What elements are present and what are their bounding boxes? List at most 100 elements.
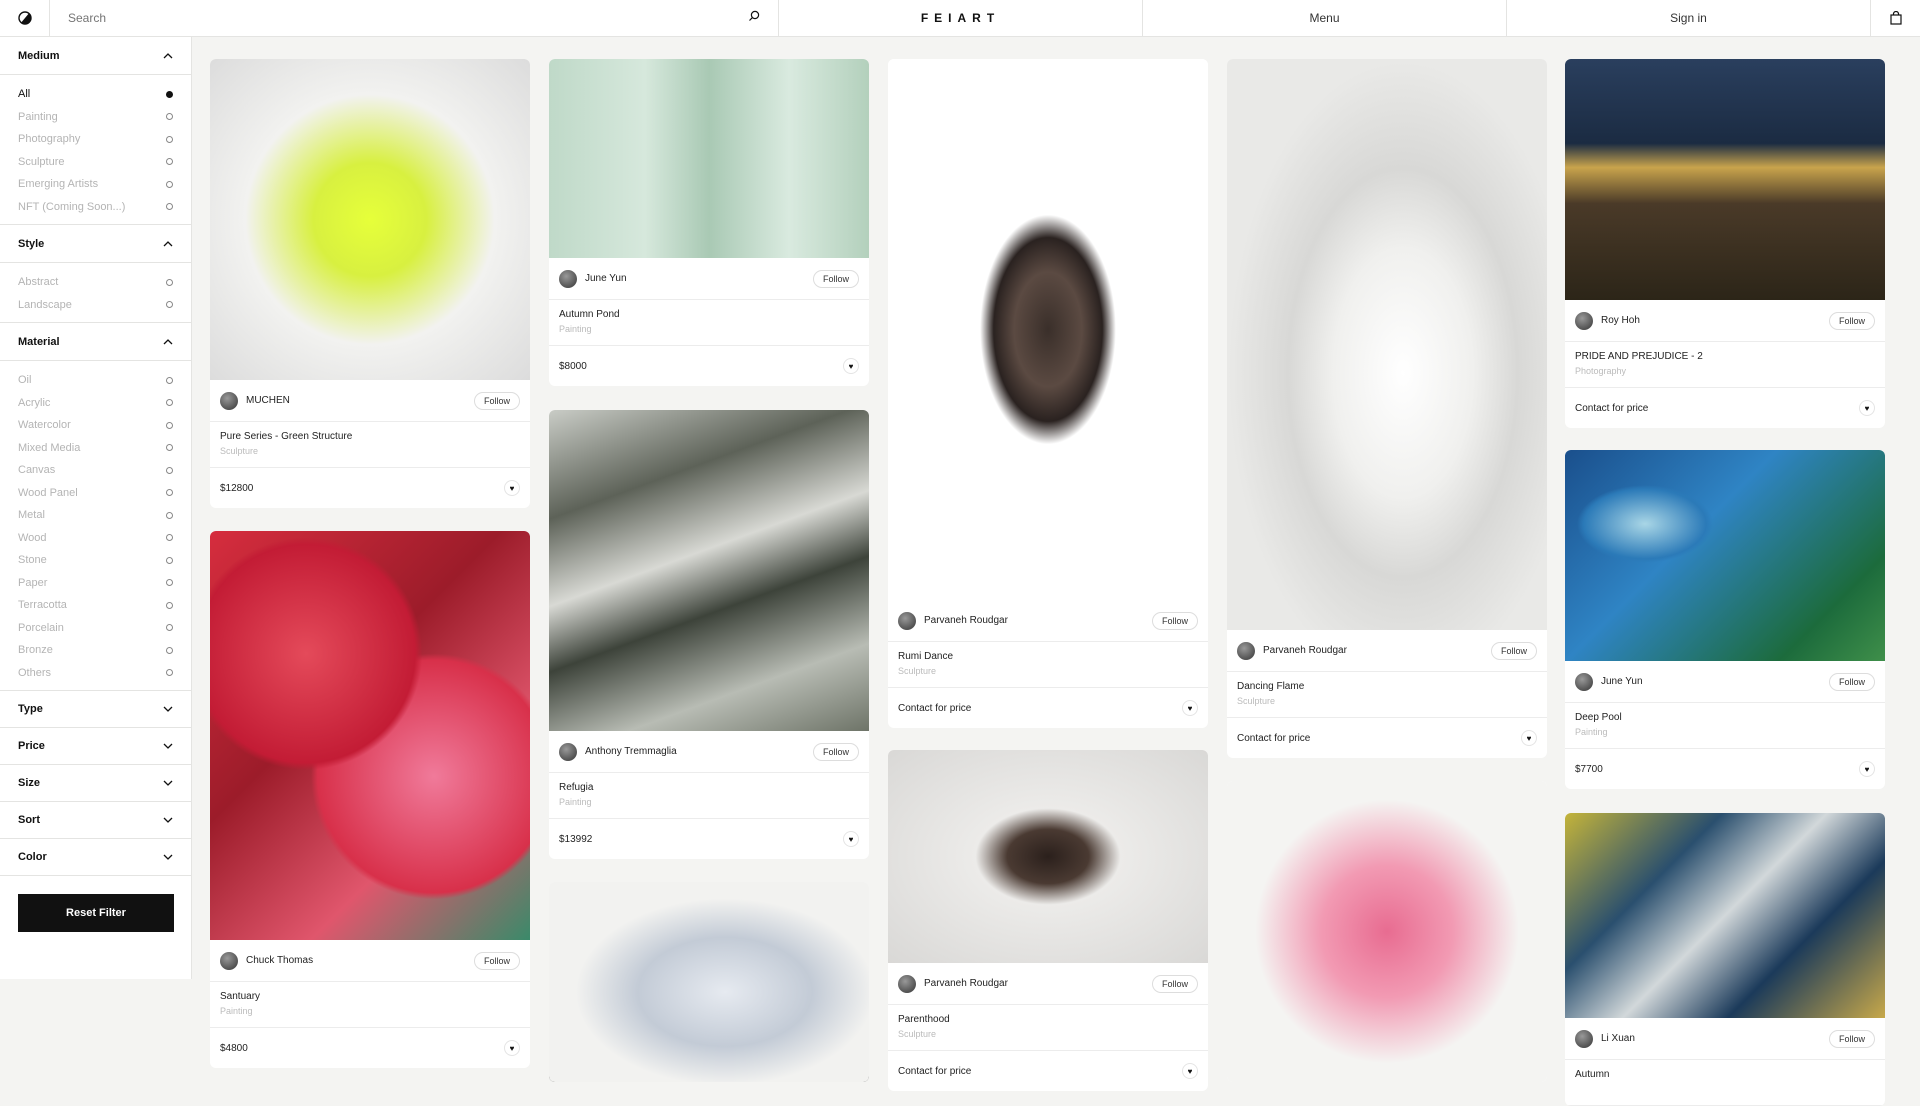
artwork-card[interactable]: Parvaneh Roudgar Follow Dancing Flame Sculp… — [1227, 59, 1547, 758]
artwork-image[interactable] — [210, 59, 530, 380]
artwork-title[interactable]: Rumi Dance — [898, 651, 1198, 662]
collapsed-section-header[interactable]: Type — [0, 691, 191, 728]
heart-icon[interactable]: ♥ — [1859, 761, 1875, 777]
follow-button[interactable]: Follow — [1828, 1029, 1875, 1048]
style-section-header[interactable]: Style — [0, 225, 191, 263]
filter-option[interactable]: Acrylic — [0, 392, 191, 415]
radio-icon[interactable] — [166, 601, 173, 609]
artwork-title[interactable]: Deep Pool — [1575, 712, 1875, 723]
artwork-card[interactable]: Anthony Tremmaglia Follow Refugia Painting $… — [549, 410, 869, 859]
filter-option[interactable]: Porcelain — [0, 617, 191, 640]
signin-button[interactable]: Sign in — [1507, 0, 1871, 36]
follow-button[interactable]: Follow — [473, 391, 520, 410]
filter-option[interactable]: Bronze — [0, 639, 191, 662]
follow-button[interactable]: Follow — [1151, 611, 1198, 630]
heart-icon[interactable]: ♥ — [843, 358, 859, 374]
artwork-card[interactable]: MUCHEN Follow Pure Series - Green Structur… — [210, 59, 530, 508]
artwork-card[interactable] — [549, 882, 869, 1082]
collapsed-section-header[interactable]: Size — [0, 765, 191, 802]
artwork-card[interactable]: Chuck Thomas Follow Santuary Painting $4800 ♥ — [210, 531, 530, 1068]
radio-icon[interactable] — [166, 135, 173, 143]
follow-button[interactable]: Follow — [812, 742, 859, 761]
artwork-image[interactable] — [888, 59, 1208, 600]
artwork-title[interactable]: Parenthood — [898, 1014, 1198, 1025]
filter-option[interactable]: Painting — [0, 106, 191, 129]
radio-icon[interactable] — [166, 466, 173, 474]
heart-icon[interactable]: ♥ — [843, 831, 859, 847]
radio-icon[interactable] — [166, 489, 173, 497]
artwork-title[interactable]: Refugia — [559, 782, 859, 793]
filter-option[interactable]: Abstract — [0, 271, 191, 294]
filter-option[interactable]: Watercolor — [0, 414, 191, 437]
filter-option[interactable]: Emerging Artists — [0, 173, 191, 196]
brand-logo[interactable]: FEIART — [779, 0, 1143, 36]
radio-icon[interactable] — [166, 376, 173, 384]
radio-icon[interactable] — [166, 511, 173, 519]
artwork-image[interactable] — [1227, 781, 1547, 1082]
radio-icon[interactable] — [166, 556, 173, 564]
collapsed-section-header[interactable]: Sort — [0, 802, 191, 839]
filter-option[interactable]: Mixed Media — [0, 437, 191, 460]
artwork-card[interactable]: Li Xuan Follow Autumn — [1565, 813, 1885, 1106]
search-icon[interactable] — [748, 9, 760, 27]
artwork-image[interactable] — [888, 750, 1208, 963]
artwork-image[interactable] — [210, 531, 530, 940]
collapsed-section-header[interactable]: Color — [0, 839, 191, 876]
filter-option[interactable]: Others — [0, 662, 191, 685]
radio-icon[interactable] — [166, 646, 173, 654]
artwork-image[interactable] — [549, 59, 869, 258]
heart-icon[interactable]: ♥ — [504, 480, 520, 496]
radio-icon[interactable] — [166, 444, 173, 452]
artwork-image[interactable] — [549, 882, 869, 1082]
artwork-image[interactable] — [1565, 813, 1885, 1018]
artwork-card[interactable]: Parvaneh Roudgar Follow Rumi Dance Sculptur… — [888, 59, 1208, 728]
radio-icon[interactable] — [166, 278, 173, 286]
filter-option[interactable]: Stone — [0, 549, 191, 572]
artwork-card[interactable]: June Yun Follow Autumn Pond Painting $8000 ♥ — [549, 59, 869, 386]
radio-icon[interactable] — [166, 180, 173, 188]
artwork-title[interactable]: Santuary — [220, 991, 520, 1002]
artwork-image[interactable] — [549, 410, 869, 731]
filter-option[interactable]: Wood — [0, 527, 191, 550]
radio-icon[interactable] — [166, 624, 173, 632]
material-section-header[interactable]: Material — [0, 323, 191, 361]
artist-info[interactable]: Li Xuan — [1575, 1029, 1635, 1048]
artwork-title[interactable]: PRIDE AND PREJUDICE - 2 — [1575, 351, 1875, 362]
radio-icon[interactable] — [166, 158, 173, 166]
heart-icon[interactable]: ♥ — [504, 1040, 520, 1056]
radio-icon[interactable] — [166, 421, 173, 429]
artwork-image[interactable] — [1565, 59, 1885, 300]
filter-option[interactable]: Canvas — [0, 459, 191, 482]
filter-option[interactable]: All — [0, 83, 191, 106]
filter-option[interactable]: Sculpture — [0, 151, 191, 174]
artist-info[interactable]: Parvaneh Roudgar — [898, 611, 1008, 630]
heart-icon[interactable]: ♥ — [1182, 700, 1198, 716]
follow-button[interactable]: Follow — [1828, 311, 1875, 330]
cart-icon[interactable] — [1871, 0, 1920, 36]
heart-icon[interactable]: ♥ — [1182, 1063, 1198, 1079]
heart-icon[interactable]: ♥ — [1859, 400, 1875, 416]
artwork-image[interactable] — [1565, 450, 1885, 661]
radio-icon[interactable] — [166, 113, 173, 121]
artwork-title[interactable]: Pure Series - Green Structure — [220, 431, 520, 442]
filter-option[interactable]: Wood Panel — [0, 482, 191, 505]
artist-info[interactable]: Parvaneh Roudgar — [1237, 641, 1347, 660]
artwork-title[interactable]: Autumn Pond — [559, 309, 859, 320]
filter-option[interactable]: NFT (Coming Soon...) — [0, 196, 191, 219]
follow-button[interactable]: Follow — [473, 951, 520, 970]
artwork-title[interactable]: Dancing Flame — [1237, 681, 1537, 692]
heart-icon[interactable]: ♥ — [1521, 730, 1537, 746]
artist-info[interactable]: MUCHEN — [220, 391, 290, 410]
logo-icon[interactable] — [0, 0, 50, 36]
radio-icon[interactable] — [166, 579, 173, 587]
filter-option[interactable]: Metal — [0, 504, 191, 527]
radio-icon[interactable] — [166, 399, 173, 407]
menu-button[interactable]: Menu — [1143, 0, 1507, 36]
radio-icon[interactable] — [166, 669, 173, 677]
reset-filter-button[interactable]: Reset Filter — [18, 894, 174, 932]
filter-option[interactable]: Photography — [0, 128, 191, 151]
follow-button[interactable]: Follow — [1828, 672, 1875, 691]
artwork-title[interactable]: Autumn — [1575, 1069, 1875, 1080]
artist-info[interactable]: Chuck Thomas — [220, 951, 313, 970]
radio-icon[interactable] — [166, 203, 173, 211]
